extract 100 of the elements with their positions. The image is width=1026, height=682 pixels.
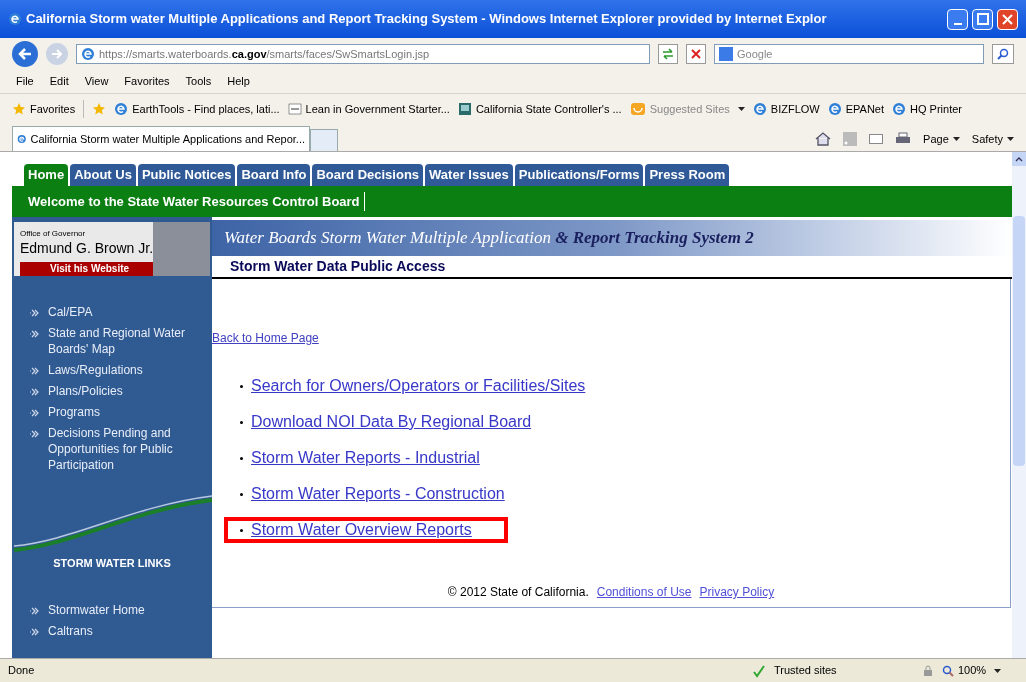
copyright-text: © 2012 State of California.: [447, 584, 589, 601]
maximize-button[interactable]: [972, 8, 993, 30]
status-text: Done: [8, 663, 36, 679]
nav-tab[interactable]: About Us: [70, 164, 136, 186]
suggested-sites-icon: [629, 102, 646, 116]
address-url: https://smarts.waterboards.ca.gov/smarts/faces/SwSmartsLogin.jsp: [99, 46, 430, 62]
nav-tab[interactable]: Press Room: [645, 164, 730, 186]
nav-tab[interactable]: Publications/Forms: [514, 164, 644, 186]
home-icon[interactable]: [815, 131, 832, 146]
double-chevron-icon: [28, 330, 40, 338]
menu-item[interactable]: Edit: [49, 73, 69, 90]
favorite-link[interactable]: BIZFLOW: [752, 100, 820, 118]
sidebar-link[interactable]: Programs: [48, 404, 100, 420]
nav-tab[interactable]: Board Info: [237, 164, 311, 186]
address-field[interactable]: https://smarts.waterboards.ca.gov/smarts/faces/SwSmartsLogin.jsp: [76, 44, 650, 64]
sidebar-link[interactable]: Caltrans: [48, 622, 93, 639]
section-title: Storm Water Data Public Access: [230, 257, 446, 276]
close-button[interactable]: [997, 8, 1018, 30]
governor-banner[interactable]: Office of Governor Edmund G. Brown Jr. Visit his Website: [14, 222, 210, 276]
menu-item[interactable]: Favorites: [124, 73, 170, 90]
menu-item[interactable]: Tools: [185, 73, 212, 90]
search-button[interactable]: [992, 44, 1014, 64]
back-button[interactable]: [12, 41, 38, 67]
double-chevron-icon: [28, 627, 40, 636]
governor-name: Edmund G. Brown Jr.: [20, 240, 154, 256]
sidebar-link[interactable]: Laws/Regulations: [48, 362, 143, 378]
browser-e-icon: [17, 132, 27, 146]
double-chevron-icon: [28, 388, 40, 396]
caret-icon: [952, 136, 960, 141]
back-link[interactable]: Back to Home Page: [212, 329, 319, 347]
browser-e-icon: [752, 102, 767, 116]
bullet-icon: [240, 384, 243, 388]
bullet-icon: [240, 528, 243, 532]
check-icon: [752, 663, 766, 678]
left-arrow-icon: [18, 48, 32, 60]
welcome-text: Welcome to the State Water Resources Control Board: [28, 191, 365, 212]
nav-tab[interactable]: Water Issues: [425, 164, 513, 186]
visit-website-link[interactable]: Visit his Website: [20, 262, 154, 276]
double-chevron-icon: [28, 606, 40, 615]
browser-tab[interactable]: California Storm water Multiple Applications and Repor...: [12, 126, 310, 151]
menu-item[interactable]: File: [16, 73, 34, 90]
browser-e-icon: [827, 102, 842, 116]
report-link[interactable]: Download NOI Data By Regional Board: [251, 410, 532, 434]
sidebar-link[interactable]: Decisions Pending and Opportunities for Public Participation: [48, 425, 204, 473]
search-icon: [997, 48, 1009, 60]
nav-tab[interactable]: Public Notices: [137, 164, 236, 186]
close-icon: [691, 49, 701, 59]
sidebar-link[interactable]: Plans/Policies: [48, 383, 123, 399]
favorite-link[interactable]: Lean in Government Starter...: [287, 100, 450, 118]
sidebar-link[interactable]: Cal/EPA: [48, 304, 93, 320]
footer-link[interactable]: Conditions of Use: [596, 583, 692, 601]
favorite-link[interactable]: California State Controller's ...: [457, 100, 622, 118]
search-placeholder: Google: [737, 46, 773, 62]
sidebar-link[interactable]: State and Regional Water Boards' Map: [48, 325, 204, 357]
search-field[interactable]: Google: [714, 44, 984, 64]
star-icon: [92, 102, 107, 116]
caret-icon: [994, 668, 1002, 673]
stop-button[interactable]: [686, 44, 706, 64]
footer-link[interactable]: Privacy Policy: [699, 583, 775, 601]
browser-e-icon: [8, 12, 22, 26]
double-chevron-icon: [28, 430, 40, 438]
command-menu[interactable]: Safety: [971, 130, 1014, 147]
photo-placeholder: [153, 222, 210, 276]
browser-e-icon: [892, 102, 906, 116]
favorites-button[interactable]: Favorites: [12, 100, 76, 118]
caret-icon: [737, 107, 745, 111]
menu-item[interactable]: Help: [227, 73, 250, 90]
mail-icon[interactable]: [869, 132, 884, 145]
right-arrow-icon: [51, 49, 63, 59]
security-zone: Trusted sites: [774, 663, 838, 679]
bullet-icon: [240, 456, 243, 460]
report-link[interactable]: Storm Water Reports - Construction: [251, 482, 505, 506]
up-caret-icon: [1015, 156, 1023, 162]
banner-title: Water Boards Storm Water Multiple Application & Report Tracking System 2: [224, 227, 754, 250]
favorite-link[interactable]: HQ Printer: [892, 100, 962, 118]
printer-icon[interactable]: [895, 131, 912, 146]
nav-tab[interactable]: Home: [24, 164, 69, 186]
minimize-button[interactable]: [947, 8, 968, 30]
report-link[interactable]: Storm Water Overview Reports: [251, 518, 472, 542]
sidebar-link[interactable]: Stormwater Home: [48, 601, 145, 618]
favorite-link[interactable]: EPANet: [827, 100, 884, 118]
storm-links-heading: STORM WATER LINKS: [52, 556, 172, 571]
scrollbar[interactable]: [1012, 152, 1026, 658]
browser-e-icon: [81, 47, 95, 61]
nav-tab[interactable]: Board Decisions: [312, 164, 424, 186]
bullet-icon: [240, 492, 243, 496]
favorite-link[interactable]: EarthTools - Find places, lati...: [114, 100, 280, 118]
report-link[interactable]: Search for Owners/Operators or Facilities/Sites: [251, 374, 586, 398]
window-title: California Storm water Multiple Applications and Report Tracking System - Windows Internet Explorer provided by Internet Explor: [26, 10, 828, 29]
two-arrows-icon: [662, 48, 674, 60]
star-icon: [12, 102, 26, 116]
menu-item[interactable]: View: [84, 73, 109, 90]
governor-office: Office of Governor: [20, 228, 87, 240]
zoom-level[interactable]: 100%: [942, 662, 1018, 679]
command-menu[interactable]: Page: [923, 130, 960, 147]
report-link[interactable]: Storm Water Reports - Industrial: [251, 446, 480, 470]
caret-icon: [1007, 136, 1014, 141]
bullet-icon: [240, 420, 243, 424]
magnifier-icon: [942, 664, 954, 677]
refresh-button[interactable]: [658, 44, 678, 64]
